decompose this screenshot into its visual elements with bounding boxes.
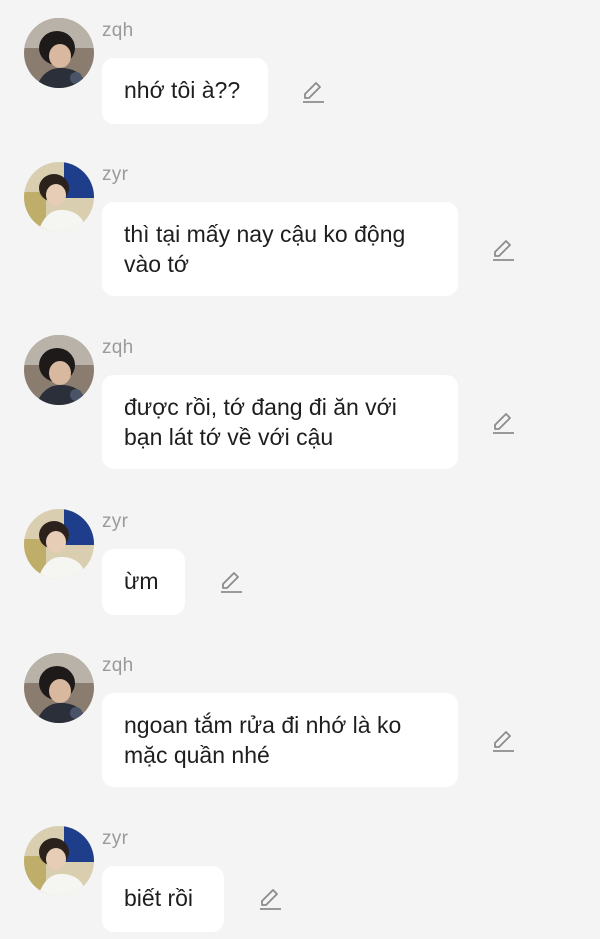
sender-name: zyr bbox=[102, 511, 129, 532]
message-text: thì tại mấy nay cậu ko động vào tớ bbox=[124, 221, 406, 277]
message-text: ngoan tắm rửa đi nhớ là ko mặc quần nhé bbox=[124, 712, 402, 768]
message-item: zqh nhớ tôi à?? bbox=[0, 18, 600, 128]
message-bubble[interactable]: nhớ tôi à?? bbox=[102, 58, 268, 124]
sender-name: zqh bbox=[102, 20, 134, 41]
sender-name: zyr bbox=[102, 828, 129, 849]
pencil-edit-icon[interactable] bbox=[490, 237, 516, 263]
message-item: zyr thì tại mấy nay cậu ko động vào tớ bbox=[0, 162, 600, 302]
avatar-zqh-icon[interactable] bbox=[24, 18, 94, 88]
avatar-zqh-icon[interactable] bbox=[24, 653, 94, 723]
avatar-zqh-icon[interactable] bbox=[24, 335, 94, 405]
message-text: nhớ tôi à?? bbox=[124, 77, 241, 103]
pencil-edit-icon[interactable] bbox=[490, 728, 516, 754]
pencil-edit-icon[interactable] bbox=[218, 569, 244, 595]
message-item: zqh ngoan tắm rửa đi nhớ là ko mặc quần … bbox=[0, 653, 600, 793]
message-bubble[interactable]: được rồi, tớ đang đi ăn với bạn lát tớ v… bbox=[102, 375, 458, 469]
message-text: ừm bbox=[124, 568, 159, 594]
message-item: zqh được rồi, tớ đang đi ăn với bạn lát … bbox=[0, 335, 600, 475]
sender-name: zqh bbox=[102, 655, 134, 676]
avatar-zyr-icon[interactable] bbox=[24, 509, 94, 579]
pencil-edit-icon[interactable] bbox=[490, 410, 516, 436]
message-item: zyr ừm bbox=[0, 509, 600, 619]
message-bubble[interactable]: ừm bbox=[102, 549, 185, 615]
sender-name: zyr bbox=[102, 164, 129, 185]
message-item: zyr biết rồi bbox=[0, 826, 600, 939]
avatar-zyr-icon[interactable] bbox=[24, 826, 94, 896]
message-bubble[interactable]: thì tại mấy nay cậu ko động vào tớ bbox=[102, 202, 458, 296]
message-bubble[interactable]: biết rồi bbox=[102, 866, 224, 932]
message-bubble[interactable]: ngoan tắm rửa đi nhớ là ko mặc quần nhé bbox=[102, 693, 458, 787]
message-text: được rồi, tớ đang đi ăn với bạn lát tớ v… bbox=[124, 394, 397, 450]
sender-name: zqh bbox=[102, 337, 134, 358]
pencil-edit-icon[interactable] bbox=[300, 79, 326, 105]
pencil-edit-icon[interactable] bbox=[257, 886, 283, 912]
message-text: biết rồi bbox=[124, 885, 194, 911]
avatar-zyr-icon[interactable] bbox=[24, 162, 94, 232]
